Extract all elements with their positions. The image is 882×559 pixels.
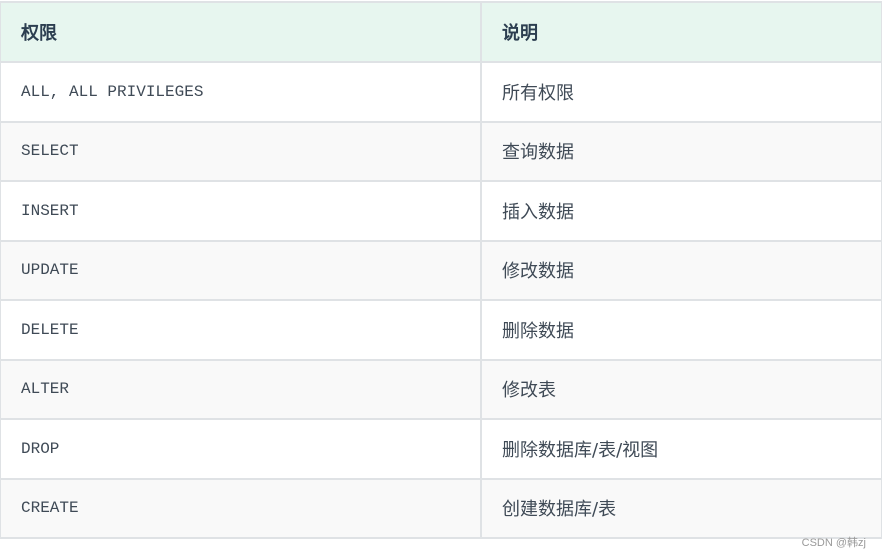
table-header-row: 权限 说明	[0, 1, 882, 63]
table-row: INSERT 插入数据	[0, 180, 882, 242]
description-cell: 删除数据	[480, 299, 882, 361]
privilege-cell: DELETE	[0, 299, 482, 361]
description-cell: 创建数据库/表	[480, 477, 882, 539]
table-row: DROP 删除数据库/表/视图	[0, 418, 882, 480]
privilege-cell: ALTER	[0, 358, 482, 420]
table-row: DELETE 删除数据	[0, 299, 882, 361]
table-row: CREATE 创建数据库/表	[0, 477, 882, 539]
privilege-cell: CREATE	[0, 477, 482, 539]
table-row: SELECT 查询数据	[0, 120, 882, 182]
description-cell: 修改数据	[480, 239, 882, 301]
description-cell: 修改表	[480, 358, 882, 420]
header-privilege: 权限	[0, 1, 482, 63]
table-row: ALL, ALL PRIVILEGES 所有权限	[0, 61, 882, 123]
privilege-cell: UPDATE	[0, 239, 482, 301]
privilege-cell: ALL, ALL PRIVILEGES	[0, 61, 482, 123]
table-row: ALTER 修改表	[0, 358, 882, 420]
description-cell: 查询数据	[480, 120, 882, 182]
watermark: CSDN @韩zj	[801, 537, 866, 549]
description-cell: 所有权限	[480, 61, 882, 123]
description-cell: 插入数据	[480, 180, 882, 242]
privileges-table: 权限 说明 ALL, ALL PRIVILEGES 所有权限 SELECT 查询数据 I…	[0, 1, 882, 539]
privilege-cell: DROP	[0, 418, 482, 480]
privilege-cell: SELECT	[0, 120, 482, 182]
privilege-cell: INSERT	[0, 180, 482, 242]
table-row: UPDATE 修改数据	[0, 239, 882, 301]
description-cell: 删除数据库/表/视图	[480, 418, 882, 480]
header-description: 说明	[480, 1, 882, 63]
